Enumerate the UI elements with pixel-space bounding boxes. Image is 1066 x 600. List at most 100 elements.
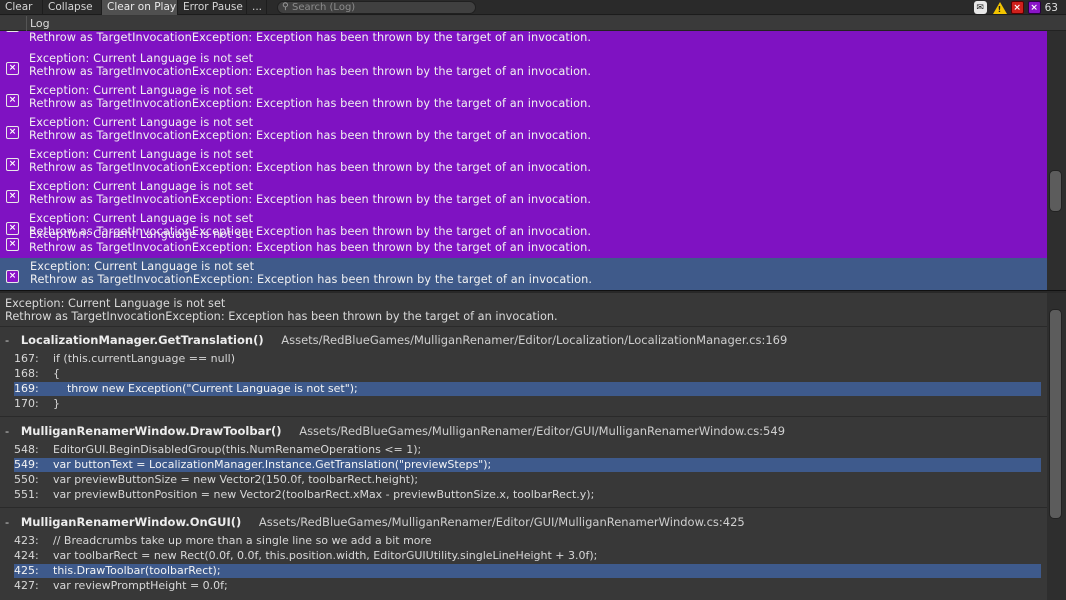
code-line: 170:} — [14, 397, 1041, 411]
warning-filter-icon[interactable]: ! — [992, 1, 1007, 14]
line-number: 425: — [14, 564, 39, 577]
stack-trace-scrollbar[interactable] — [1047, 293, 1066, 600]
exception-filter-icon[interactable]: × — [1027, 1, 1041, 14]
line-number: 424: — [14, 549, 39, 562]
line-number: 550: — [14, 473, 39, 486]
code-line-highlighted: 169: throw new Exception("Current Langua… — [14, 382, 1041, 396]
log-entry-line2: Rethrow as TargetInvocationException: Ex… — [29, 31, 592, 44]
frame-file-link[interactable]: Assets/RedBlueGames/MulliganRenamer/Edit… — [299, 424, 785, 438]
detail-message-line1: Exception: Current Language is not set — [5, 297, 226, 310]
log-entry[interactable]: × Exception: Current Language is not set… — [0, 82, 1047, 114]
log-entry[interactable]: × Exception: Current Language is not set… — [0, 146, 1047, 178]
exception-icon: × — [6, 270, 19, 283]
log-entry-line1: Exception: Current Language is not set — [29, 84, 254, 97]
code-text: EditorGUI.BeginDisabledGroup(this.NumRen… — [53, 443, 422, 456]
code-text: // Breadcrumbs take up more than a singl… — [53, 534, 432, 547]
error-pause-button[interactable]: Error Pause — [178, 0, 247, 15]
header-divider — [26, 16, 27, 31]
line-number: 548: — [14, 443, 39, 456]
log-counts: ✉ ! × × 63 — [970, 0, 1066, 15]
code-line: 168: { — [14, 367, 1041, 381]
frame-collapse-toggle[interactable]: - — [5, 515, 9, 529]
code-line: 424: var toolbarRect = new Rect(0.0f, 0.0… — [14, 549, 1041, 563]
code-text: this.DrawToolbar(toolbarRect); — [53, 564, 221, 577]
code-line: 423: // Breadcrumbs take up more than a s… — [14, 534, 1041, 548]
frame-file-link[interactable]: Assets/RedBlueGames/MulliganRenamer/Edit… — [281, 333, 787, 347]
frame-file-link[interactable]: Assets/RedBlueGames/MulliganRenamer/Edit… — [259, 515, 745, 529]
stack-frame-header[interactable]: - LocalizationManager.GetTranslation() A… — [5, 333, 787, 347]
log-entry[interactable]: × Exception: Current Language is not set… — [0, 226, 1047, 258]
exception-icon: × — [6, 31, 19, 32]
log-entry-line1: Exception: Current Language is not set — [29, 148, 254, 161]
exception-icon: × — [6, 94, 19, 107]
detail-message-line2: Rethrow as TargetInvocationException: Ex… — [5, 310, 558, 323]
error-filter-icon[interactable]: × — [1010, 1, 1024, 14]
code-text: var previewButtonSize = new Vector2(150.… — [53, 473, 419, 486]
log-entry[interactable]: × Exception: Current Language is not set… — [0, 178, 1047, 210]
line-number: 551: — [14, 488, 39, 501]
frame-function: MulliganRenamerWindow.OnGUI() — [20, 515, 242, 529]
log-entry-line2: Rethrow as TargetInvocationException: Ex… — [29, 129, 592, 142]
frame-function: MulliganRenamerWindow.DrawToolbar() — [20, 424, 282, 438]
exception-icon: × — [6, 126, 19, 139]
stack-trace-pane: Exception: Current Language is not set R… — [0, 293, 1047, 600]
log-entry-line2: Rethrow as TargetInvocationException: Ex… — [29, 193, 592, 206]
exception-icon: × — [6, 238, 19, 251]
log-entry-line1: Exception: Current Language is not set — [29, 116, 254, 129]
code-line: 548: EditorGUI.BeginDisabledGroup(this.Nu… — [14, 443, 1041, 457]
code-text: var toolbarRect = new Rect(0.0f, 0.0f, t… — [53, 549, 598, 562]
log-entry[interactable]: × Exception: Current Language is not set… — [0, 50, 1047, 82]
log-entry-line2: Rethrow as TargetInvocationException: Ex… — [29, 241, 592, 254]
log-entry-line1: Exception: Current Language is not set — [30, 260, 255, 273]
stack-frame-header[interactable]: - MulliganRenamerWindow.OnGUI() Assets/R… — [5, 515, 745, 529]
log-entry-line1: Exception: Current Language is not set — [29, 228, 254, 241]
code-text: var buttonText = LocalizationManager.Ins… — [53, 458, 492, 471]
log-list: × Rethrow as TargetInvocationException: … — [0, 31, 1047, 290]
search-field[interactable]: ⚲ — [277, 1, 476, 14]
console-toolbar: Clear Collapse Clear on Play Error Pause… — [0, 0, 1066, 15]
search-input[interactable] — [292, 2, 472, 13]
stack-trace-scroll-thumb[interactable] — [1049, 309, 1062, 519]
code-text: if (this.currentLanguage == null) — [53, 352, 236, 365]
line-number: 549: — [14, 458, 39, 471]
stack-frame-header[interactable]: - MulliganRenamerWindow.DrawToolbar() As… — [5, 424, 785, 438]
line-number: 427: — [14, 579, 39, 592]
message-filter-icon[interactable]: ✉ — [973, 1, 987, 14]
exception-icon: × — [6, 158, 19, 171]
log-entry[interactable]: × Rethrow as TargetInvocationException: … — [0, 31, 1047, 50]
log-entry-line2: Rethrow as TargetInvocationException: Ex… — [29, 65, 592, 78]
line-number: 169: — [14, 382, 39, 395]
log-list-scroll-thumb[interactable] — [1049, 170, 1062, 212]
log-entry-line2: Rethrow as TargetInvocationException: Ex… — [29, 161, 592, 174]
code-text: } — [53, 397, 60, 410]
exception-icon: × — [6, 190, 19, 203]
divider — [0, 326, 1047, 327]
code-text: var reviewPromptHeight = 0.0f; — [53, 579, 228, 592]
clear-button[interactable]: Clear — [0, 0, 43, 15]
code-line-highlighted: 425: this.DrawToolbar(toolbarRect); — [14, 564, 1041, 578]
log-list-header: Log — [0, 16, 1066, 31]
line-number: 423: — [14, 534, 39, 547]
log-entry-line2: Rethrow as TargetInvocationException: Ex… — [30, 273, 593, 286]
divider — [0, 507, 1047, 508]
exception-icon: × — [6, 62, 19, 75]
log-header-label: Log — [30, 17, 50, 30]
code-line: 167: if (this.currentLanguage == null) — [14, 352, 1041, 366]
log-entry-line1: Exception: Current Language is not set — [29, 180, 254, 193]
frame-collapse-toggle[interactable]: - — [5, 424, 9, 438]
collapse-button[interactable]: Collapse — [43, 0, 102, 15]
frame-collapse-toggle[interactable]: - — [5, 333, 9, 347]
frame-function: LocalizationManager.GetTranslation() — [20, 333, 264, 347]
exception-count: 63 — [1044, 1, 1058, 14]
clear-on-play-button[interactable]: Clear on Play — [102, 0, 178, 15]
log-entry[interactable]: × Exception: Current Language is not set… — [0, 114, 1047, 146]
code-line: 551: var previewButtonPosition = new Vect… — [14, 488, 1041, 502]
log-list-scrollbar[interactable] — [1047, 31, 1066, 290]
divider — [0, 416, 1047, 417]
code-line-highlighted: 549: var buttonText = LocalizationManager… — [14, 458, 1041, 472]
code-text: throw new Exception("Current Language is… — [53, 382, 358, 395]
log-entry-line1: Exception: Current Language is not set — [29, 212, 254, 225]
log-entry-selected[interactable]: × Exception: Current Language is not set… — [0, 258, 1047, 290]
code-line: 550: var previewButtonSize = new Vector2(… — [14, 473, 1041, 487]
more-options-button[interactable]: ... — [247, 0, 267, 15]
